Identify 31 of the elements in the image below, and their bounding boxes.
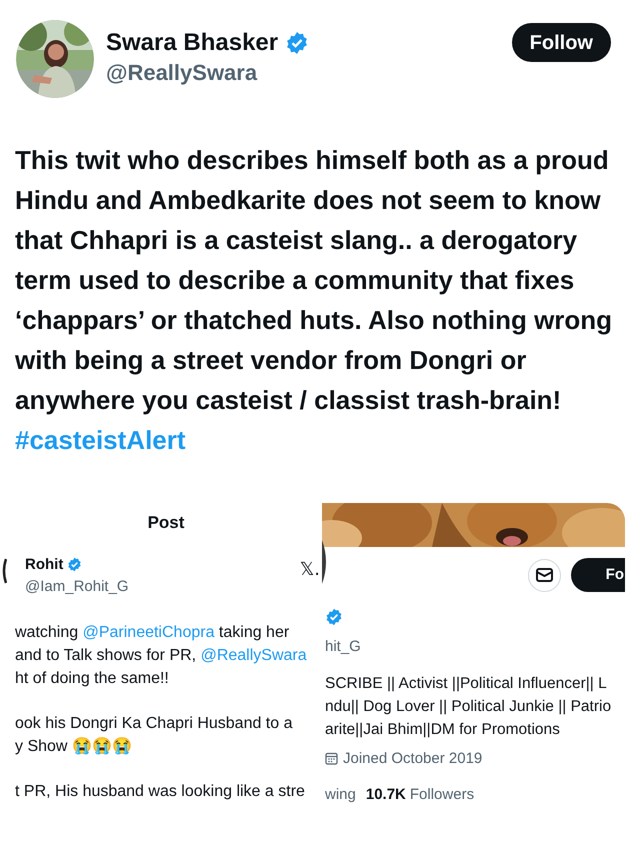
tweet-line: ht of doing the same!! [15,668,169,688]
calendar-icon [325,752,338,766]
joined-date: Joined October 2019 [343,748,482,768]
tweet-line: watching [15,622,80,642]
author-handle: @ReallySwara [106,59,258,87]
screen-title: Post [148,512,184,534]
mention-link[interactable]: @ParineetiChopra [82,620,214,644]
follow-button[interactable]: Follow [512,23,611,62]
tweet-line: y Show 😭😭😭 [15,736,132,756]
hashtag-link[interactable]: #casteistAlert [15,425,186,455]
followers-label: Followers [410,785,474,805]
mail-icon [536,568,553,582]
mention-link[interactable]: @ReallySwara [200,644,307,666]
bio-line: arite||Jai Bhim||DM for Promotions [325,720,561,740]
bio-line: ndu|| Dog Lover || Political Junkie || Patrio [325,696,612,716]
following-label: wing [325,785,356,805]
tweet-line: and to Talk shows for PR, [15,646,198,666]
tweet-text: This twit who describes himself both as a proud Hindu and Ambedkarite does not seem to know that Chhapri is a casteist slang.. a derogatory term used to describe a community that fixes ‘chappars’ or thatched huts. Also nothing wrong with being a street vendor from Dongri or anywhere you casteist / classist trash-brain! #casteistAlert [14,144,614,457]
user-handle: @Iam_Rohit_G [25,577,130,597]
bio-line: SCRIBE || Activist ||Political Influencer|| L [325,674,608,694]
tweet-line: ook his Dongri Ka Chapri Husband to a [15,714,292,734]
tweet-line: t PR, His husband was looking like a stre [15,782,305,802]
follow-button[interactable]: Fo [571,558,625,592]
avatar-edge-icon [2,558,7,584]
logo-text: 𝕏. [300,558,320,582]
message-button[interactable] [528,558,561,592]
user-name: Rohit [25,554,64,574]
tweet-line: taking her [218,622,290,642]
followers-count: 10.7K [366,785,406,805]
user-handle: hit_G [325,637,362,657]
author-name: Swara Bhasker [106,28,278,58]
